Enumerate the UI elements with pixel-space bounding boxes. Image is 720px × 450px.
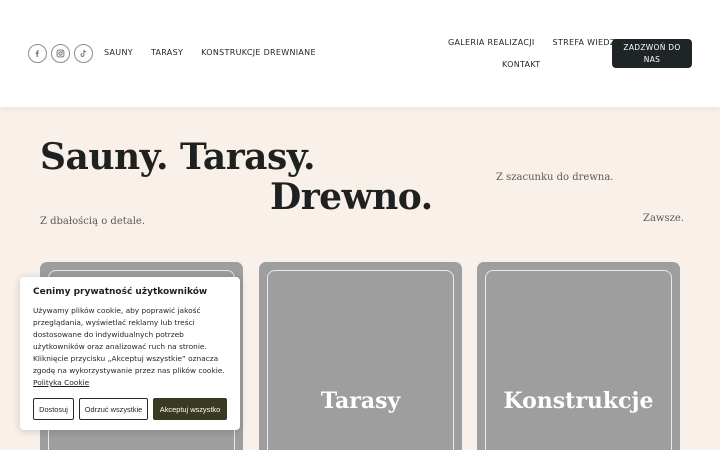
hero-tagline-right: Z szacunku do drewna. [496, 172, 614, 183]
nav-sauny[interactable]: SAUNY [104, 48, 133, 57]
cookie-consent-banner: Cenimy prywatność użytkowników Używamy p… [20, 277, 240, 430]
cookie-body: Używamy plików cookie, aby poprawić jako… [33, 306, 225, 375]
tiktok-icon[interactable] [74, 44, 93, 63]
cookie-title: Cenimy prywatność użytkowników [33, 287, 208, 297]
nav-galeria-realizacji[interactable]: GALERIA REALIZACJI [448, 38, 535, 47]
cookie-customize-button[interactable]: Dostosuj [33, 398, 74, 420]
instagram-icon[interactable] [51, 44, 70, 63]
card-frame [267, 270, 454, 450]
category-card-tarasy[interactable]: Tarasy [259, 262, 462, 450]
hero-tagline-left: Z dbałością o detale. [40, 216, 146, 227]
main-nav-left: SAUNY TARASY KONSTRUKCJE DREWNIANE [104, 48, 316, 57]
card-title: Konstrukcje [503, 388, 654, 414]
call-us-button[interactable]: ZADZWOŃ DO NAS [612, 39, 692, 68]
social-links [28, 44, 93, 63]
card-title: Tarasy [320, 388, 401, 414]
facebook-icon[interactable] [28, 44, 47, 63]
nav-tarasy[interactable]: TARASY [151, 48, 183, 57]
nav-strefa-wiedzy[interactable]: STREFA WIEDZY [553, 38, 621, 47]
hero-tagline-end: Zawsze. [643, 213, 684, 224]
hero-headline-line1: Sauny. Tarasy. [40, 136, 316, 178]
category-card-konstrukcje[interactable]: Konstrukcje [477, 262, 680, 450]
site-header: SAUNY TARASY KONSTRUKCJE DREWNIANE GALER… [0, 0, 720, 107]
main-nav-right: GALERIA REALIZACJI STREFA WIEDZY [448, 38, 621, 47]
cookie-policy-link[interactable]: Polityka Cookie [33, 378, 89, 387]
cookie-buttons: Dostosuj Odrzuć wszystkie Akceptuj wszys… [33, 398, 227, 420]
cookie-accept-all-button[interactable]: Akceptuj wszystko [153, 398, 227, 420]
cookie-text: Używamy plików cookie, aby poprawić jako… [33, 305, 227, 389]
card-frame [485, 270, 672, 450]
nav-konstrukcje-drewniane[interactable]: KONSTRUKCJE DREWNIANE [201, 48, 316, 57]
hero-headline-line2: Drewno. [270, 176, 433, 218]
nav-kontakt[interactable]: KONTAKT [502, 60, 540, 69]
cookie-reject-all-button[interactable]: Odrzuć wszystkie [79, 398, 148, 420]
